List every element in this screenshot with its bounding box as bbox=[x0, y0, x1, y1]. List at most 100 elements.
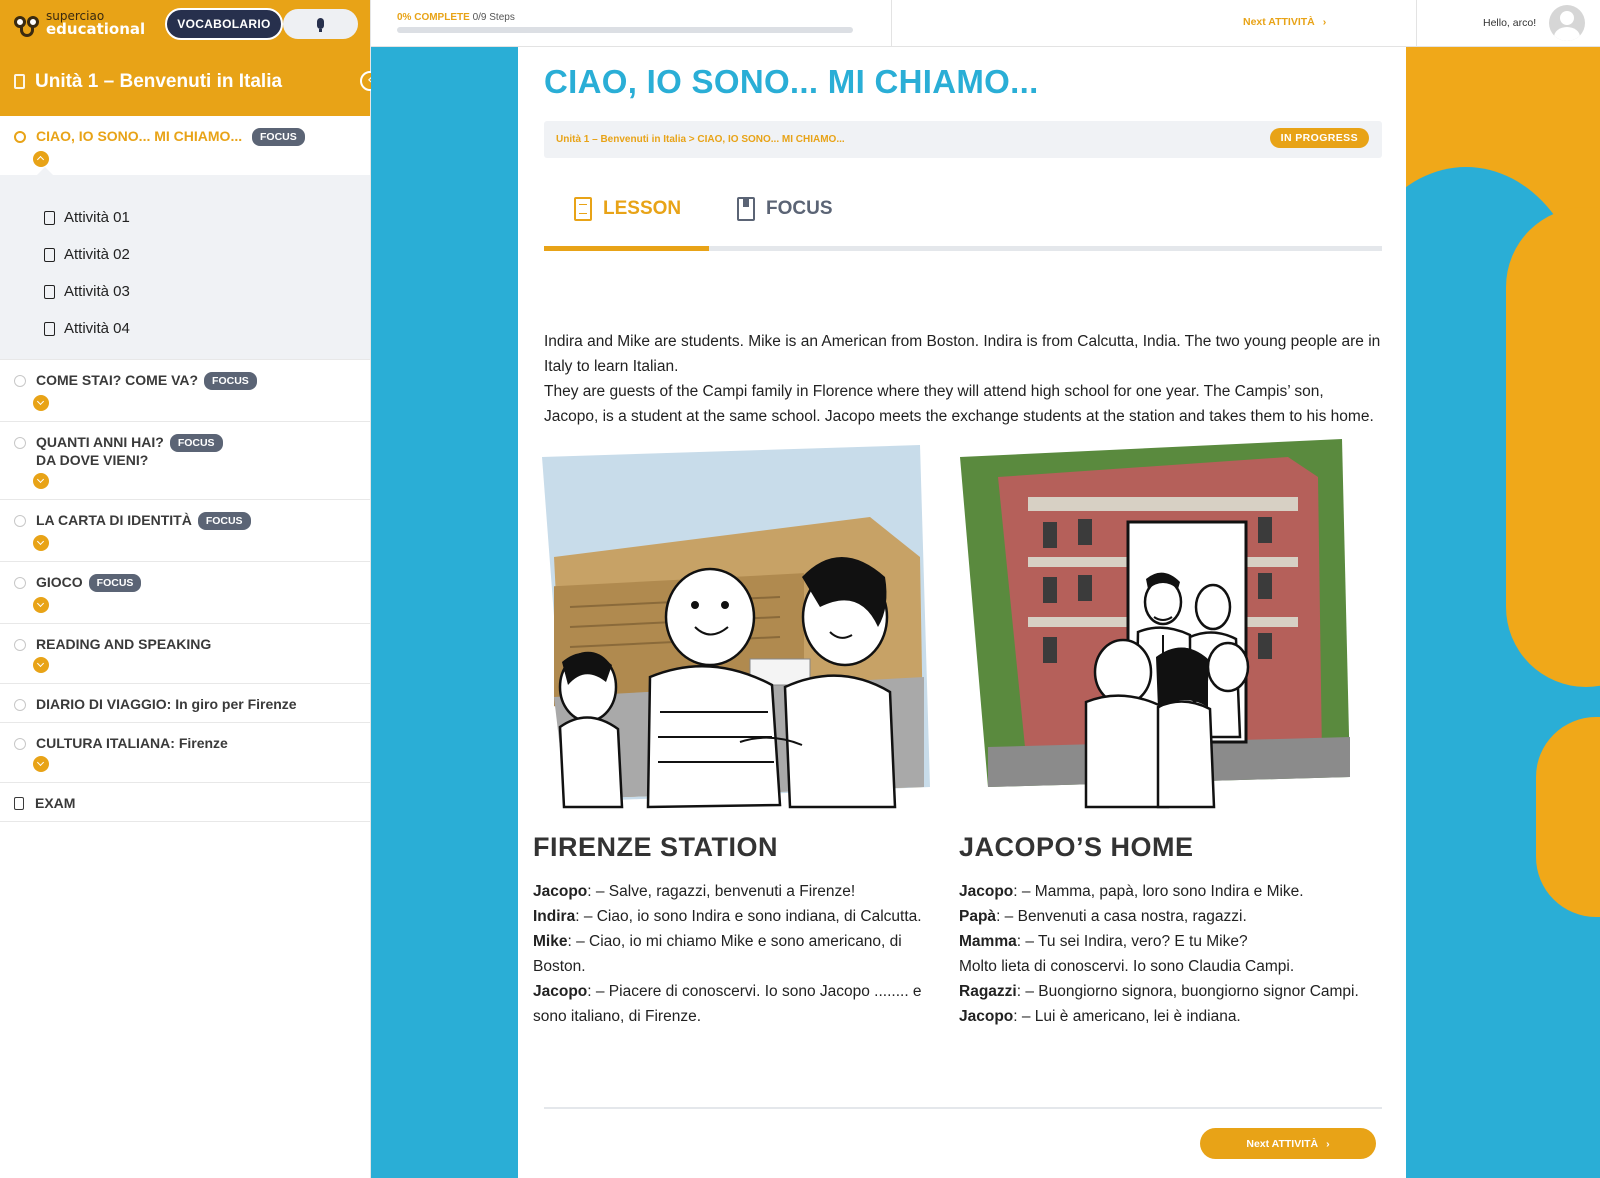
sidebar-section-exam[interactable]: EXAM bbox=[0, 783, 370, 822]
lesson-tabs: LESSON FOCUS bbox=[544, 187, 1382, 257]
chevron-down-icon[interactable] bbox=[33, 657, 49, 673]
speaker: Indira bbox=[533, 908, 576, 925]
speaker: Jacopo bbox=[533, 883, 588, 900]
tab-label: LESSON bbox=[603, 198, 682, 219]
document-icon bbox=[44, 321, 55, 336]
document-icon bbox=[44, 210, 55, 225]
section-title: COME STAI? COME VA? bbox=[36, 372, 199, 388]
chevron-down-icon[interactable] bbox=[33, 597, 49, 613]
dialog-text: : – Buongiorno signora, buongiorno signo… bbox=[1016, 983, 1359, 1000]
intro-paragraph: They are guests of the Campi family in F… bbox=[544, 383, 1374, 425]
vocabolario-button[interactable]: VOCABOLARIO bbox=[165, 7, 283, 40]
sidebar-section-reading-speaking[interactable]: READING AND SPEAKING bbox=[0, 624, 370, 684]
progress-circle-icon bbox=[14, 738, 26, 750]
dialog-text: : – Tu sei Indira, vero? E tu Mike? bbox=[1016, 933, 1248, 950]
dialog-text: : – Piacere di conoscervi. Io sono Jacop… bbox=[533, 983, 922, 1025]
chevron-down-icon[interactable] bbox=[33, 535, 49, 551]
microphone-icon bbox=[316, 18, 324, 32]
progress-circle-icon bbox=[14, 699, 26, 711]
sidebar-header: superciao educational VOCABOLARIO bbox=[0, 0, 370, 47]
dialog-text: : – Ciao, io sono Indira e sono indiana,… bbox=[575, 908, 922, 925]
jacopos-home-heading: JACOPO’S HOME bbox=[959, 832, 1194, 862]
breadcrumb[interactable]: Unità 1 – Benvenuti in Italia > CIAO, IO… bbox=[556, 134, 845, 145]
firenze-station-dialog: Jacopo: – Salve, ragazzi, benvenuti a Fi… bbox=[533, 879, 933, 1029]
document-icon bbox=[14, 797, 24, 810]
dialog-line: Papà: – Benvenuti a casa nostra, ragazzi… bbox=[959, 904, 1369, 929]
focus-badge[interactable]: FOCUS bbox=[197, 512, 251, 530]
station-illustration bbox=[540, 437, 940, 817]
chevron-down-icon[interactable] bbox=[33, 395, 49, 411]
home-illustration bbox=[958, 437, 1358, 817]
logo[interactable]: superciao educational bbox=[12, 10, 155, 38]
firenze-station-heading: FIRENZE STATION bbox=[533, 832, 778, 862]
section-title-line2: DA DOVE VIENI? bbox=[36, 452, 149, 468]
topbar: 0% COMPLETE 0/9 Steps Next ATTIVITÀ › Hel… bbox=[371, 0, 1600, 47]
document-icon bbox=[574, 197, 592, 221]
section-title: CULTURA ITALIANA: Firenze bbox=[36, 735, 228, 751]
sidebar-section-diario[interactable]: DIARIO DI VIAGGIO: In giro per Firenze bbox=[0, 684, 370, 723]
focus-badge[interactable]: FOCUS bbox=[169, 434, 223, 452]
tab-lesson[interactable]: LESSON bbox=[574, 197, 681, 221]
dialog-text: Molto lieta di conoscervi. Io sono Claud… bbox=[959, 958, 1295, 975]
next-activity-button[interactable]: Next ATTIVITÀ › bbox=[1200, 1128, 1376, 1159]
speaker: Mike bbox=[533, 933, 568, 950]
next-activity-label: Next ATTIVITÀ bbox=[1246, 1137, 1319, 1150]
sidebar-section-come-stai[interactable]: COME STAI? COME VA? FOCUS bbox=[0, 360, 370, 422]
intro-paragraph: Indira and Mike are students. Mike is an… bbox=[544, 333, 1381, 375]
focus-badge[interactable]: FOCUS bbox=[204, 372, 257, 390]
speaker: Ragazzi bbox=[959, 983, 1017, 1000]
activity-list: Attività 01 Attività 02 Attività 03 Atti… bbox=[0, 167, 370, 359]
jacopos-home-dialog: Jacopo: – Mamma, papà, loro sono Indira … bbox=[959, 879, 1369, 1029]
decorative-background-left bbox=[371, 47, 518, 1178]
chevron-down-icon[interactable] bbox=[33, 473, 49, 489]
progress-steps: 0/9 Steps bbox=[472, 12, 515, 23]
sidebar: superciao educational VOCABOLARIO Unità … bbox=[0, 0, 380, 1178]
page-title: CIAO, IO SONO... MI CHIAMO... bbox=[544, 63, 1039, 100]
dialog-line: Jacopo: – Lui è americano, lei è indiana… bbox=[959, 1004, 1369, 1029]
dialog-line: Mamma: – Tu sei Indira, vero? E tu Mike? bbox=[959, 929, 1369, 954]
sidebar-section-ciao[interactable]: CIAO, IO SONO... MI CHIAMO... FOCUS bbox=[0, 116, 370, 175]
activity-item[interactable]: Attività 02 bbox=[44, 236, 370, 273]
document-icon bbox=[44, 284, 55, 299]
chevron-right-icon: › bbox=[1326, 1137, 1330, 1150]
next-activity-link[interactable]: Next ATTIVITÀ › bbox=[1243, 16, 1326, 28]
focus-badge[interactable]: FOCUS bbox=[88, 574, 142, 592]
avatar[interactable] bbox=[1549, 5, 1585, 41]
microphone-button[interactable] bbox=[282, 8, 358, 39]
activity-label: Attività 01 bbox=[64, 209, 130, 226]
activity-label: Attività 02 bbox=[64, 246, 130, 263]
progress-indicator: 0% COMPLETE 0/9 Steps bbox=[397, 12, 853, 33]
greeting: Hello, arco! bbox=[1483, 17, 1537, 29]
chevron-up-icon[interactable] bbox=[33, 151, 49, 167]
unit-title: Unità 1 – Benvenuti in Italia bbox=[35, 70, 283, 92]
section-title: GIOCO bbox=[36, 574, 83, 590]
divider bbox=[544, 1107, 1382, 1109]
tab-label: FOCUS bbox=[766, 198, 833, 219]
section-title: QUANTI ANNI HAI? bbox=[36, 434, 164, 450]
intro-text: Indira and Mike are students. Mike is an… bbox=[544, 329, 1382, 429]
speaker: Jacopo bbox=[959, 1008, 1014, 1025]
activity-item[interactable]: Attività 04 bbox=[44, 310, 370, 347]
sidebar-section-carta-identita[interactable]: LA CARTA DI IDENTITÀ FOCUS bbox=[0, 500, 370, 562]
chevron-down-icon[interactable] bbox=[33, 756, 49, 772]
focus-badge[interactable]: FOCUS bbox=[252, 128, 305, 146]
speaker: Mamma bbox=[959, 933, 1017, 950]
sidebar-section-cultura[interactable]: CULTURA ITALIANA: Firenze bbox=[0, 723, 370, 783]
sidebar-section-quanti-anni[interactable]: QUANTI ANNI HAI? FOCUS DA DOVE VIENI? bbox=[0, 422, 370, 500]
section-title: READING AND SPEAKING bbox=[36, 636, 212, 652]
dialog-line: Jacopo: – Piacere di conoscervi. Io sono… bbox=[533, 979, 933, 1029]
document-icon bbox=[44, 247, 55, 262]
lesson-content: CIAO, IO SONO... MI CHIAMO... Unità 1 – … bbox=[518, 47, 1406, 1178]
tab-focus[interactable]: FOCUS bbox=[737, 197, 833, 221]
section-title: EXAM bbox=[35, 795, 76, 811]
dialog-line: Indira: – Ciao, io sono Indira e sono in… bbox=[533, 904, 933, 929]
speaker: Papà bbox=[959, 908, 997, 925]
activity-item[interactable]: Attività 03 bbox=[44, 273, 370, 310]
sidebar-section-gioco[interactable]: GIOCO FOCUS bbox=[0, 562, 370, 624]
dialog-line: Jacopo: – Mamma, papà, loro sono Indira … bbox=[959, 879, 1369, 904]
activity-item[interactable]: Attività 01 bbox=[44, 199, 370, 236]
owl-icon bbox=[12, 10, 42, 38]
dialog-line: Jacopo: – Salve, ragazzi, benvenuti a Fi… bbox=[533, 879, 933, 904]
progress-circle-icon bbox=[14, 375, 26, 387]
unit-header[interactable]: Unità 1 – Benvenuti in Italia ‹ bbox=[0, 47, 380, 116]
